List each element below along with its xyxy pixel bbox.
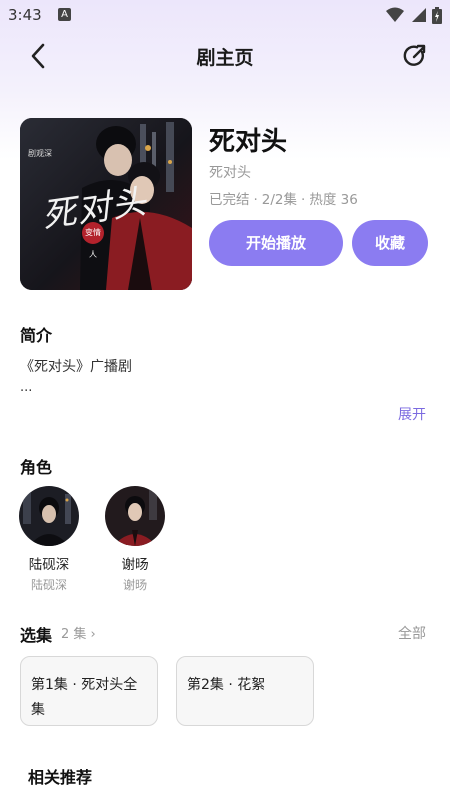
drama-meta: 已完结 · 2/2集 · 热度 36	[209, 188, 358, 208]
status-bar: 3:43 A	[0, 0, 450, 30]
drama-subtitle: 死对头	[209, 165, 251, 181]
role-item[interactable]: 谢旸 谢旸	[95, 486, 175, 593]
drama-cover-image[interactable]: 剧观深 死对头 变情人	[20, 118, 192, 290]
avatar	[105, 486, 165, 546]
intro-ellipsis: ...	[20, 380, 33, 395]
signal-icon	[412, 8, 426, 22]
meta-separator: ·	[253, 192, 258, 208]
top-bar: 剧主页	[0, 30, 450, 80]
episode-label: 第1集 · 死对头全集	[31, 677, 138, 718]
episodes-heading: 选集	[20, 626, 53, 645]
episode-count-link[interactable]: 2 集 ›	[61, 623, 96, 642]
episode-label: 第2集 · 花絮	[187, 677, 266, 693]
intro-text: 《死对头》广播剧	[20, 359, 132, 375]
all-episodes-link[interactable]: 全部	[398, 623, 426, 643]
cover-brand-text: 剧观深	[28, 149, 52, 158]
battery-icon	[432, 6, 442, 24]
intro-heading: 简介	[20, 326, 53, 345]
episode-card[interactable]: 第1集 · 死对头全集	[20, 656, 158, 726]
share-icon	[403, 44, 426, 66]
drama-title: 死对头	[209, 127, 288, 157]
expand-intro-link[interactable]: 展开	[398, 404, 426, 424]
app-notification-icon: A	[58, 8, 71, 21]
page-title: 剧主页	[196, 47, 254, 69]
avatar	[19, 486, 79, 546]
drama-episodes: 2/2集	[261, 192, 298, 208]
role-actor: 陆砚深	[30, 578, 67, 592]
wifi-icon	[386, 7, 404, 22]
status-icons	[386, 6, 442, 24]
drama-popularity: 热度 36	[309, 192, 358, 208]
role-name: 谢旸	[121, 557, 149, 573]
role-actor: 谢旸	[122, 578, 147, 592]
cover-badge: 变情人	[82, 222, 104, 259]
role-item[interactable]: 陆砚深 陆砚深	[9, 486, 89, 593]
share-button[interactable]	[400, 41, 430, 71]
start-play-button[interactable]: 开始播放	[209, 220, 343, 266]
episode-card[interactable]: 第2集 · 花絮	[176, 656, 314, 726]
drama-status: 已完结	[209, 192, 250, 208]
status-time: 3:43	[8, 6, 42, 24]
role-name: 陆砚深	[28, 557, 70, 573]
meta-separator: ·	[301, 192, 306, 208]
roles-heading: 角色	[20, 458, 53, 477]
favorite-button[interactable]: 收藏	[352, 220, 428, 266]
recommend-heading: 相关推荐	[28, 768, 93, 787]
